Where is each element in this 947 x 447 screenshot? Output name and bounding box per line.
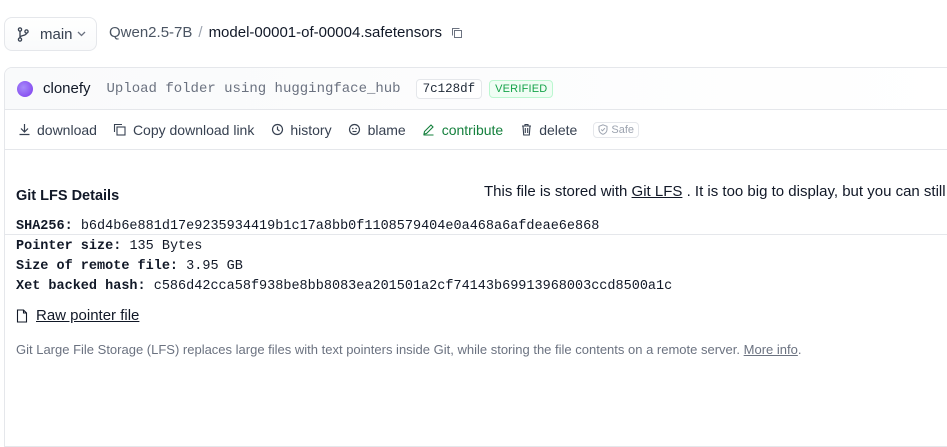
raw-pointer-link[interactable]: Raw pointer file [16,307,672,324]
more-info-link[interactable]: More info [744,342,798,357]
blame-button[interactable]: blame [348,122,406,138]
history-label: history [290,121,332,138]
breadcrumb-repo[interactable]: Qwen2.5-7B [109,24,192,41]
remote-size-row: Size of remote file: 3.95 GB [16,257,672,277]
breadcrumb: Qwen2.5-7B / model-00001-of-00004.safete… [109,24,463,41]
sha256-value: b6d4b6e881d17e9235934419b1c17a8bb0f11085… [80,219,600,234]
chevron-down-icon [77,31,86,37]
commit-message[interactable]: Upload folder using huggingface_hub [107,81,401,97]
avatar[interactable] [17,80,33,97]
copy-download-link-label: Copy download link [132,121,255,138]
raw-pointer-label: Raw pointer file [36,307,140,324]
contribute-label: contribute [441,121,504,138]
footnote-period: . [797,342,802,357]
pointer-size-row: Pointer size: 135 Bytes [16,237,672,257]
branch-selector[interactable]: main [4,17,97,51]
git-branch-icon [17,26,31,42]
xet-hash-row: Xet backed hash: c586d42cca58f938be8bb80… [16,277,672,297]
clock-icon [270,123,284,137]
delete-label: delete [539,121,578,138]
file-actions: download Copy download link history blam… [5,110,947,150]
lfs-notice-suffix: . It is too big to display, but you can … [682,183,946,200]
lfs-details-title: Git LFS Details [16,188,120,204]
breadcrumb-separator: / [198,24,203,41]
commit-author[interactable]: clonefy [43,80,91,97]
lfs-details: Git LFS Details SHA256: b6d4b6e881d17e92… [16,188,672,324]
remote-size-value: 3.95 GB [186,259,243,274]
contribute-button[interactable]: contribute [422,122,503,138]
xet-hash-label: Xet backed hash: [16,279,146,294]
commit-sha[interactable]: 7c128df [415,78,483,99]
pencil-icon [422,123,436,137]
shield-check-icon [598,124,608,135]
xet-hash-value: c586d42cca58f938be8bb8083ea201501a2cf741… [153,279,673,294]
branch-name: main [40,25,73,43]
copy-download-link-button[interactable]: Copy download link [113,122,254,138]
verified-badge: VERIFIED [489,79,554,98]
safe-badge[interactable]: Safe [593,121,639,138]
download-label: download [37,121,97,138]
copy-icon[interactable] [451,27,463,39]
copy-icon [113,123,127,137]
file-header: main Qwen2.5-7B / model-00001-of-00004.s… [0,0,947,68]
trash-icon [519,123,533,137]
file-icon [16,308,28,323]
history-button[interactable]: history [270,121,332,138]
pointer-size-label: Pointer size: [16,239,122,254]
download-icon [17,123,31,137]
download-button[interactable]: download [17,122,97,138]
lfs-footnote-text: Git Large File Storage (LFS) replaces la… [16,342,741,357]
safe-label: Safe [611,123,634,136]
delete-button[interactable]: delete [519,122,577,138]
sha256-label: SHA256: [16,219,73,234]
blame-label: blame [367,121,406,138]
breadcrumb-file: model-00001-of-00004.safetensors [208,24,443,41]
pointer-size-value: 135 Bytes [129,239,203,254]
last-commit-row: clonefy Upload folder using huggingface_… [5,68,947,110]
face-icon [348,123,362,137]
remote-size-label: Size of remote file: [16,259,179,274]
sha256-row: SHA256: b6d4b6e881d17e9235934419b1c17a8b… [16,217,672,237]
lfs-footnote: Git Large File Storage (LFS) replaces la… [16,342,801,357]
